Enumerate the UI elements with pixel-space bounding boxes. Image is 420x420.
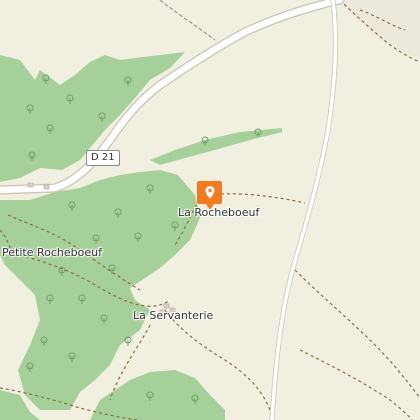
road-ref-label: D 21 — [91, 152, 115, 163]
field-area — [335, 0, 420, 60]
marker-label[interactable]: La Rocheboeuf — [178, 206, 259, 219]
place-label-la-servanterie: La Servanterie — [133, 309, 214, 322]
road-east-casing — [269, 0, 338, 420]
road-ref-shield: D 21 — [86, 150, 120, 166]
map-view[interactable]: D 21 La Rocheboeuf Petite Rocheboeuf La … — [0, 0, 420, 420]
forest-strip — [150, 128, 282, 165]
road-east — [270, 0, 338, 420]
forest-south — [90, 370, 225, 420]
place-label-petite-rocheboeuf: Petite Rocheboeuf — [2, 246, 102, 259]
grey-track — [159, 0, 216, 41]
